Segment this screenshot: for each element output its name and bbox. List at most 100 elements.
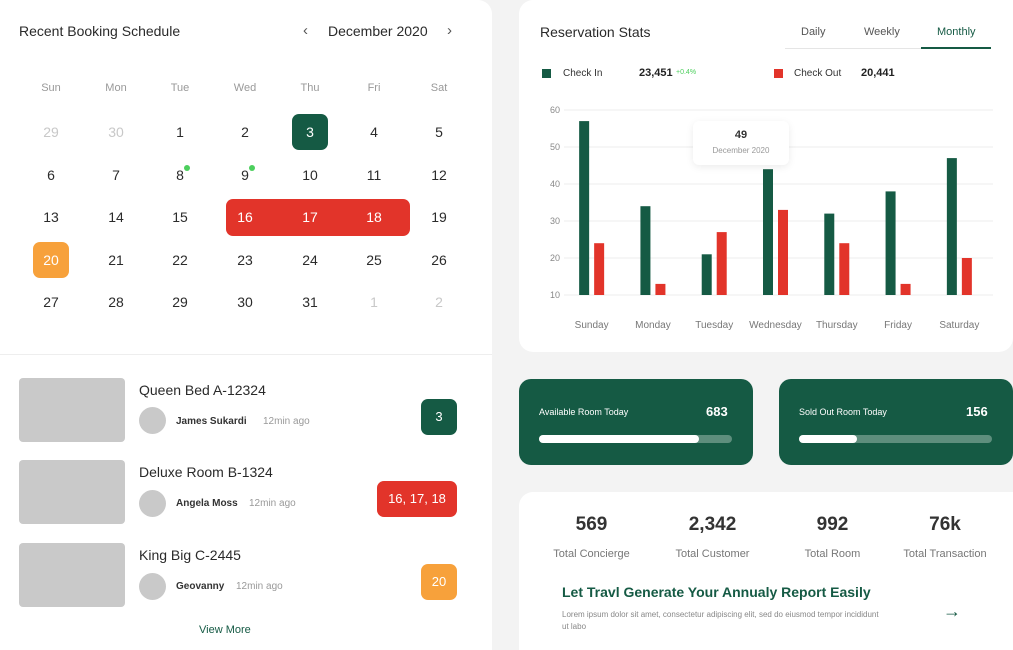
report-title: Let Travl Generate Your Annualy Report E… xyxy=(562,584,871,600)
total-concierge-label: Total Concierge xyxy=(553,548,630,560)
weekday-label: Tue xyxy=(170,82,190,94)
calendar-day[interactable]: 11 xyxy=(356,157,392,193)
avatar xyxy=(139,407,166,434)
view-more-link[interactable]: View More xyxy=(199,624,251,636)
chevron-right-icon[interactable]: › xyxy=(447,22,452,39)
calendar-day-range[interactable]: 17 xyxy=(292,199,328,235)
weekday-label: Sun xyxy=(41,82,61,94)
weekday-label: Fri xyxy=(367,82,381,94)
calendar-day[interactable]: 25 xyxy=(356,242,392,278)
totals-card: 569 Total Concierge 2,342 Total Customer… xyxy=(519,492,1013,650)
soldout-room-card: Sold Out Room Today 156 xyxy=(779,379,1013,465)
calendar-day[interactable]: 12 xyxy=(421,157,457,193)
arrow-right-icon[interactable]: → xyxy=(943,601,961,622)
event-dot xyxy=(249,165,255,171)
calendar-day[interactable]: 27 xyxy=(33,284,69,320)
bar-check-out[interactable] xyxy=(900,283,911,295)
calendar-day[interactable]: 15 xyxy=(162,199,198,235)
chevron-left-icon[interactable]: ‹ xyxy=(303,22,308,39)
calendar-day-highlight[interactable]: 20 xyxy=(33,242,69,278)
calendar-day[interactable]: 8 xyxy=(162,157,198,193)
progress-fill xyxy=(799,435,857,443)
booking-time: 12min ago xyxy=(249,498,296,509)
event-dot xyxy=(184,165,190,171)
bar-check-out[interactable] xyxy=(594,243,605,295)
bar-check-out[interactable] xyxy=(778,209,788,295)
booking-date-badge: 3 xyxy=(421,399,457,435)
calendar-day[interactable]: 1 xyxy=(162,114,198,150)
bar-check-in[interactable] xyxy=(946,158,957,295)
calendar-day[interactable]: 1 xyxy=(356,284,392,320)
room-name[interactable]: King Big C-2445 xyxy=(139,547,241,563)
calendar-day[interactable]: 31 xyxy=(292,284,328,320)
calendar-day[interactable]: 29 xyxy=(33,114,69,150)
bar-check-in[interactable] xyxy=(763,169,773,295)
calendar-day[interactable]: 14 xyxy=(98,199,134,235)
calendar-day[interactable]: 13 xyxy=(33,199,69,235)
calendar-day[interactable]: 2 xyxy=(227,114,263,150)
calendar-day[interactable]: 2 xyxy=(421,284,457,320)
booking-time: 12min ago xyxy=(263,416,310,427)
available-room-value: 683 xyxy=(706,404,728,419)
calendar-day[interactable]: 19 xyxy=(421,199,457,235)
bar-check-in[interactable] xyxy=(579,121,590,295)
total-customer-label: Total Customer xyxy=(675,548,750,560)
room-thumbnail[interactable] xyxy=(19,543,125,607)
calendar-day[interactable]: 23 xyxy=(227,242,263,278)
soldout-room-progress xyxy=(799,435,992,443)
bar-check-in[interactable] xyxy=(640,206,651,295)
calendar-day-selected[interactable]: 3 xyxy=(292,114,328,150)
calendar-day[interactable]: 4 xyxy=(356,114,392,150)
bar-check-out[interactable] xyxy=(655,283,666,295)
available-room-label: Available Room Today xyxy=(539,407,629,417)
bar-check-out[interactable] xyxy=(839,243,850,295)
calendar-day[interactable]: 6 xyxy=(33,157,69,193)
y-tick-label: 20 xyxy=(550,253,560,263)
calendar-day-range[interactable]: 16 xyxy=(227,199,263,235)
calendar-day[interactable]: 28 xyxy=(98,284,134,320)
soldout-room-label: Sold Out Room Today xyxy=(799,407,887,417)
calendar-day[interactable]: 10 xyxy=(292,157,328,193)
bar-check-in[interactable] xyxy=(824,213,835,295)
reservation-stats: Reservation Stats Daily Weekly Monthly C… xyxy=(519,0,1013,352)
tooltip-value: 49 xyxy=(734,129,748,141)
calendar-day[interactable]: 26 xyxy=(421,242,457,278)
calendar-day[interactable]: 24 xyxy=(292,242,328,278)
room-thumbnail[interactable] xyxy=(19,378,125,442)
y-tick-label: 10 xyxy=(550,290,560,300)
booking-time: 12min ago xyxy=(236,581,283,592)
booking-date-badge: 16, 17, 18 xyxy=(377,481,457,517)
x-tick-label: Sunday xyxy=(575,320,609,331)
calendar-month: December 2020 xyxy=(328,23,428,39)
y-tick-label: 60 xyxy=(550,105,560,115)
calendar-day-range[interactable]: 18 xyxy=(356,199,392,235)
calendar-day[interactable]: 21 xyxy=(98,242,134,278)
chart-tooltip: 49 December 2020 xyxy=(693,121,789,165)
room-thumbnail[interactable] xyxy=(19,460,125,524)
calendar-day[interactable]: 22 xyxy=(162,242,198,278)
guest-name: Geovanny xyxy=(176,581,225,592)
calendar-day[interactable]: 5 xyxy=(421,114,457,150)
bar-check-out[interactable] xyxy=(961,258,972,295)
room-name[interactable]: Deluxe Room B-1324 xyxy=(139,464,273,480)
calendar-day[interactable]: 30 xyxy=(98,114,134,150)
x-tick-label: Tuesday xyxy=(695,320,733,331)
calendar-day[interactable]: 7 xyxy=(98,157,134,193)
weekday-label: Sat xyxy=(430,82,448,94)
bar-check-in[interactable] xyxy=(885,191,896,295)
report-text: Lorem ipsum dolor sit amet, consectetur … xyxy=(562,610,879,631)
weekday-label: Wed xyxy=(233,82,257,94)
available-room-card: Available Room Today 683 xyxy=(519,379,753,465)
guest-name: James Sukardi xyxy=(176,416,247,427)
room-name[interactable]: Queen Bed A-12324 xyxy=(139,382,266,398)
calendar-day[interactable]: 9 xyxy=(227,157,263,193)
calendar-day[interactable]: 29 xyxy=(162,284,198,320)
weekday-label: Thu xyxy=(300,82,320,94)
total-transaction-label: Total Transaction xyxy=(903,548,987,560)
bar-check-out[interactable] xyxy=(716,232,727,295)
tooltip-date: December 2020 xyxy=(712,146,770,155)
reservation-chart: 10 20 30 40 50 60 Sunday Monday Tuesday Wednesday… xyxy=(550,105,993,331)
bar-check-in[interactable] xyxy=(701,254,712,295)
calendar-day[interactable]: 30 xyxy=(227,284,263,320)
booking-date-badge: 20 xyxy=(421,564,457,600)
